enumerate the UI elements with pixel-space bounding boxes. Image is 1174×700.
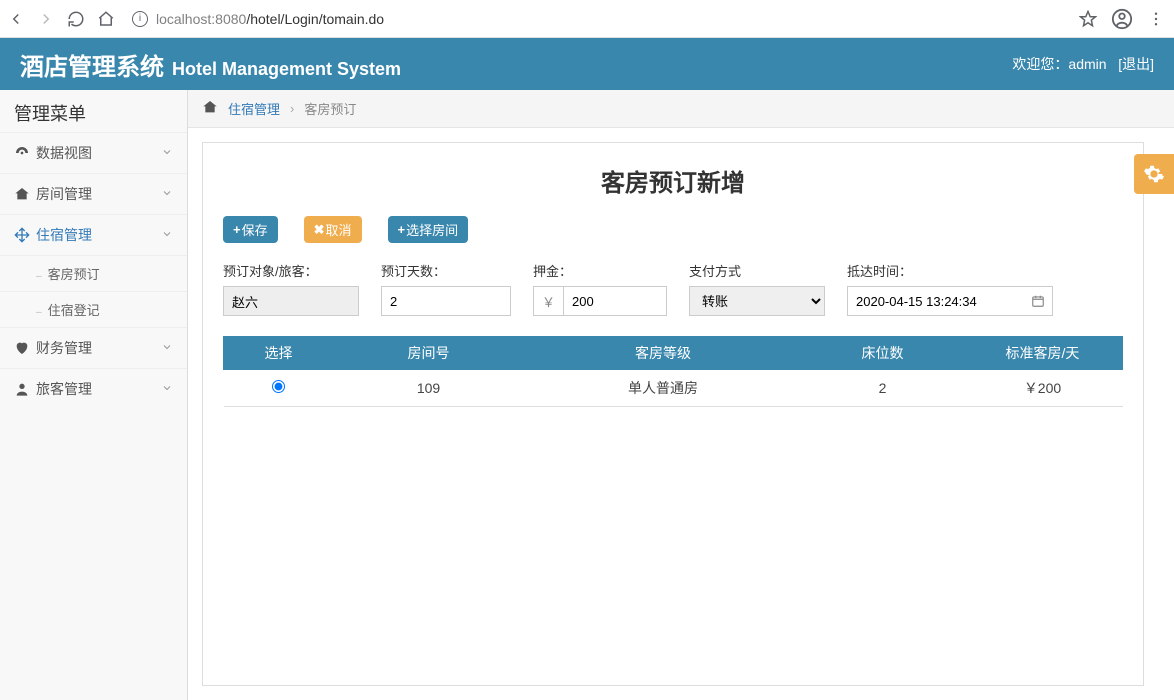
th-price: 标准客房/天	[963, 337, 1123, 370]
breadcrumb-link[interactable]: 住宿管理	[228, 99, 280, 118]
room-table: 选择 房间号 客房等级 床位数 标准客房/天 109 单人普通房 2 ￥200	[223, 336, 1123, 407]
url-bar[interactable]: i localhost:8080/hotel/Login/tomain.do	[126, 5, 1066, 33]
pay-select[interactable]: 转账	[689, 286, 825, 316]
chevron-down-icon	[161, 340, 173, 356]
user-icon	[14, 381, 36, 397]
save-button[interactable]: +保存	[223, 216, 278, 243]
calendar-icon[interactable]	[1031, 294, 1045, 308]
dashboard-icon	[14, 145, 36, 161]
settings-gear-icon[interactable]	[1134, 154, 1174, 194]
home-icon[interactable]	[202, 99, 218, 118]
chevron-down-icon	[161, 186, 173, 202]
logo-en: Hotel Management System	[172, 59, 401, 80]
th-room: 房间号	[334, 337, 524, 370]
sidebar-item-finance[interactable]: 财务管理	[0, 327, 187, 368]
page-title: 客房预订新增	[223, 163, 1123, 198]
chevron-down-icon	[161, 227, 173, 243]
days-input[interactable]	[381, 286, 511, 316]
menu-dots-icon[interactable]	[1144, 7, 1168, 31]
breadcrumb: 住宿管理 › 客房预订	[188, 90, 1174, 128]
table-row: 109 单人普通房 2 ￥200	[224, 370, 1123, 407]
welcome-text: 欢迎您：admin	[1012, 56, 1106, 72]
site-info-icon[interactable]: i	[132, 11, 148, 27]
th-level: 客房等级	[524, 337, 803, 370]
sidebar-title: 管理菜单	[0, 90, 187, 132]
sidebar-item-room[interactable]: 房间管理	[0, 173, 187, 214]
main: 住宿管理 › 客房预订 客房预订新增 +保存 ✖取消 +选择房间 预订对象/旅客…	[188, 90, 1174, 700]
url-text: localhost:8080/hotel/Login/tomain.do	[156, 11, 384, 27]
sidebar-item-guest[interactable]: 旅客管理	[0, 368, 187, 409]
chevron-down-icon	[161, 381, 173, 397]
row-radio[interactable]	[272, 380, 285, 393]
move-icon	[14, 227, 36, 243]
arrive-input[interactable]	[847, 286, 1053, 316]
sidebar-sub-checkin[interactable]: –住宿登记	[0, 291, 187, 327]
cancel-button[interactable]: ✖取消	[304, 216, 362, 243]
home-button[interactable]	[96, 9, 116, 29]
guest-input[interactable]	[223, 286, 359, 316]
choose-room-button[interactable]: +选择房间	[388, 216, 469, 243]
guest-label: 预订对象/旅客：	[223, 261, 359, 280]
forward-button[interactable]	[36, 9, 56, 29]
th-select: 选择	[224, 337, 334, 370]
back-button[interactable]	[6, 9, 26, 29]
chevron-down-icon	[161, 145, 173, 161]
deposit-input[interactable]	[563, 286, 667, 316]
sidebar-item-stay[interactable]: 住宿管理	[0, 214, 187, 255]
th-beds: 床位数	[803, 337, 963, 370]
cell-room: 109	[334, 370, 524, 407]
sidebar: 管理菜单 数据视图 房间管理 住宿管理 –客房预订 –住宿登记 财务管理 旅客管…	[0, 90, 188, 700]
sidebar-item-dashboard[interactable]: 数据视图	[0, 132, 187, 173]
browser-chrome: i localhost:8080/hotel/Login/tomain.do	[0, 0, 1174, 38]
breadcrumb-sep: ›	[290, 101, 294, 116]
days-label: 预订天数：	[381, 261, 511, 280]
bookmark-star-icon[interactable]	[1076, 7, 1100, 31]
logo-cn: 酒店管理系统	[20, 47, 164, 82]
breadcrumb-current: 客房预订	[304, 99, 356, 118]
cell-price: ￥200	[963, 370, 1123, 407]
heart-icon	[14, 340, 36, 356]
sidebar-sub-reserve[interactable]: –客房预订	[0, 255, 187, 291]
cell-level: 单人普通房	[524, 370, 803, 407]
arrive-label: 抵达时间：	[847, 261, 1053, 280]
deposit-prefix: ￥	[533, 286, 563, 316]
deposit-label: 押金：	[533, 261, 667, 280]
app-header: 酒店管理系统 Hotel Management System 欢迎您：admin…	[0, 38, 1174, 90]
logout-link[interactable]: [退出]	[1118, 56, 1154, 72]
reload-button[interactable]	[66, 9, 86, 29]
profile-avatar-icon[interactable]	[1110, 7, 1134, 31]
pay-label: 支付方式	[689, 261, 825, 280]
cell-beds: 2	[803, 370, 963, 407]
home-icon	[14, 186, 36, 202]
content-box: 客房预订新增 +保存 ✖取消 +选择房间 预订对象/旅客： 预订天数： 押金：	[202, 142, 1144, 686]
